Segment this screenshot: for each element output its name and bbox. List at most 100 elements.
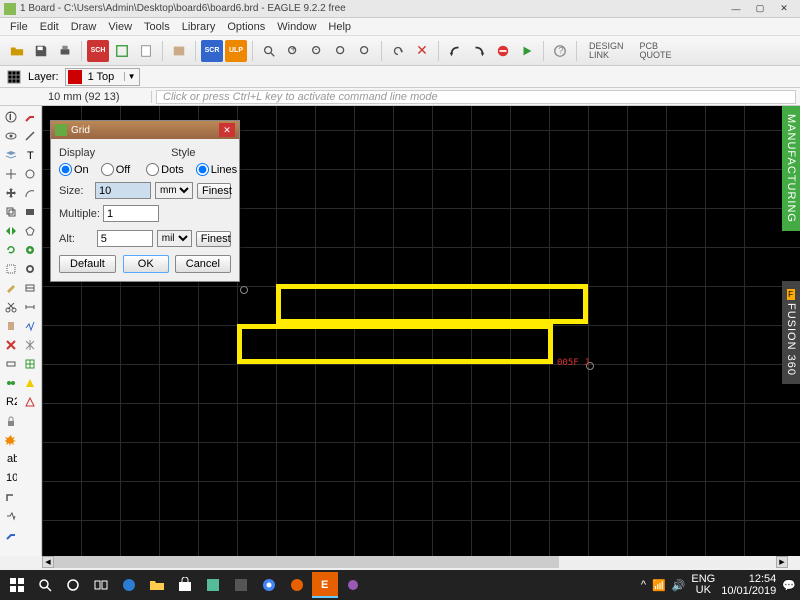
fusion360-panel-tab[interactable]: FFUSION 360 [782, 281, 800, 384]
language-indicator[interactable]: ENG UK [691, 574, 715, 596]
move-tool-icon[interactable] [2, 184, 20, 202]
command-line[interactable]: Click or press Ctrl+L key to activate co… [156, 90, 796, 104]
menu-window[interactable]: Window [271, 21, 322, 33]
minimize-button[interactable]: — [724, 2, 748, 16]
size-input[interactable] [95, 182, 151, 199]
help-icon[interactable]: ? [549, 40, 571, 62]
scroll-right-icon[interactable]: ▶ [776, 556, 788, 568]
back-icon[interactable] [444, 40, 466, 62]
tray-up-icon[interactable]: ^ [641, 579, 646, 591]
zoom-redraw-icon[interactable] [330, 40, 352, 62]
value-tool-icon[interactable]: 10k [2, 469, 20, 487]
errors-tool-icon[interactable] [21, 393, 39, 411]
search-icon[interactable] [32, 572, 58, 598]
multiple-input[interactable] [103, 205, 159, 222]
menu-edit[interactable]: Edit [34, 21, 65, 33]
menu-tools[interactable]: Tools [138, 21, 176, 33]
cortana-icon[interactable] [60, 572, 86, 598]
wire-tool-icon[interactable] [21, 127, 39, 145]
grid-icon[interactable] [6, 69, 22, 85]
signal-tool-icon[interactable] [21, 317, 39, 335]
display-on-radio[interactable]: On [59, 163, 89, 176]
rotate-tool-icon[interactable] [2, 241, 20, 259]
maximize-button[interactable]: ▢ [748, 2, 772, 16]
paste-tool-icon[interactable] [2, 317, 20, 335]
horizontal-scrollbar[interactable]: ◀ ▶ [42, 556, 788, 568]
zoom-fit-icon[interactable] [258, 40, 280, 62]
store-icon[interactable] [172, 572, 198, 598]
change-tool-icon[interactable] [2, 279, 20, 297]
print-icon[interactable] [54, 40, 76, 62]
board-icon[interactable] [111, 40, 133, 62]
chrome-icon[interactable] [256, 572, 282, 598]
attribute-tool-icon[interactable] [21, 279, 39, 297]
app1-icon[interactable] [200, 572, 226, 598]
start-button[interactable] [4, 572, 30, 598]
clock[interactable]: 12:54 10/01/2019 [721, 573, 776, 597]
notifications-icon[interactable]: 💬 [782, 579, 796, 592]
design-link-button[interactable]: DESIGN LINK [582, 40, 631, 62]
size-unit-select[interactable]: mm [155, 182, 193, 199]
firefox-icon[interactable] [284, 572, 310, 598]
eye-tool-icon[interactable] [2, 127, 20, 145]
size-finest-button[interactable]: Finest [197, 183, 231, 199]
smash-tool-icon[interactable] [2, 431, 20, 449]
manufacturing-panel-tab[interactable]: MANUFACTURING [782, 106, 800, 231]
undo-icon[interactable] [387, 40, 409, 62]
taskview-icon[interactable] [88, 572, 114, 598]
zoom-in-icon[interactable]: + [282, 40, 304, 62]
edge-icon[interactable] [116, 572, 142, 598]
circle-tool-icon[interactable] [21, 165, 39, 183]
ratsnest-tool-icon[interactable] [21, 336, 39, 354]
save-icon[interactable] [30, 40, 52, 62]
menu-file[interactable]: File [4, 21, 34, 33]
copy-tool-icon[interactable] [2, 203, 20, 221]
alt-input[interactable] [97, 230, 153, 247]
hole-tool-icon[interactable] [21, 260, 39, 278]
delete-tool-icon[interactable] [2, 336, 20, 354]
miter-tool-icon[interactable] [2, 488, 20, 506]
default-button[interactable]: Default [59, 255, 116, 273]
split-tool-icon[interactable] [2, 507, 20, 525]
menu-help[interactable]: Help [322, 21, 357, 33]
alt-unit-select[interactable]: mil [157, 230, 192, 247]
pcb-quote-button[interactable]: PCB QUOTE [633, 40, 679, 62]
ulp-icon[interactable]: ULP [225, 40, 247, 62]
wifi-icon[interactable]: 📶 [652, 579, 666, 592]
dialog-close-button[interactable]: ✕ [219, 123, 235, 137]
info-tool-icon[interactable]: i [2, 108, 20, 126]
sch-icon[interactable]: SCH [87, 40, 109, 62]
menu-library[interactable]: Library [176, 21, 222, 33]
alt-finest-button[interactable]: Finest [196, 231, 231, 247]
eagle-taskbar-icon[interactable]: E [312, 572, 338, 598]
volume-icon[interactable]: 🔊 [672, 579, 686, 592]
pinswap-tool-icon[interactable] [2, 374, 20, 392]
lock-tool-icon[interactable] [2, 412, 20, 430]
ok-button[interactable]: OK [123, 255, 169, 273]
layer-tool-icon[interactable] [2, 146, 20, 164]
library-icon[interactable] [168, 40, 190, 62]
auto-tool-icon[interactable] [21, 355, 39, 373]
polygon-tool-icon[interactable] [21, 222, 39, 240]
stop-icon[interactable] [492, 40, 514, 62]
cut-tool-icon[interactable] [2, 298, 20, 316]
app3-icon[interactable] [340, 572, 366, 598]
go-icon[interactable] [516, 40, 538, 62]
scroll-left-icon[interactable]: ◀ [42, 556, 54, 568]
arc-tool-icon[interactable] [21, 184, 39, 202]
replace-tool-icon[interactable]: R2 [2, 393, 20, 411]
mark-tool-icon[interactable] [2, 165, 20, 183]
erc-tool-icon[interactable] [21, 374, 39, 392]
close-button[interactable]: ✕ [772, 2, 796, 16]
system-tray[interactable]: ^ 📶 🔊 ENG UK 12:54 10/01/2019 💬 [641, 573, 796, 597]
menu-view[interactable]: View [102, 21, 138, 33]
menu-options[interactable]: Options [221, 21, 271, 33]
zoom-select-icon[interactable] [354, 40, 376, 62]
cancel-button[interactable]: Cancel [175, 255, 231, 273]
forward-icon[interactable] [468, 40, 490, 62]
route-tool-icon[interactable] [2, 526, 20, 544]
ripup-tool-icon[interactable] [21, 108, 39, 126]
rect-tool-icon[interactable] [21, 203, 39, 221]
sheet-icon[interactable] [135, 40, 157, 62]
group-tool-icon[interactable] [2, 260, 20, 278]
